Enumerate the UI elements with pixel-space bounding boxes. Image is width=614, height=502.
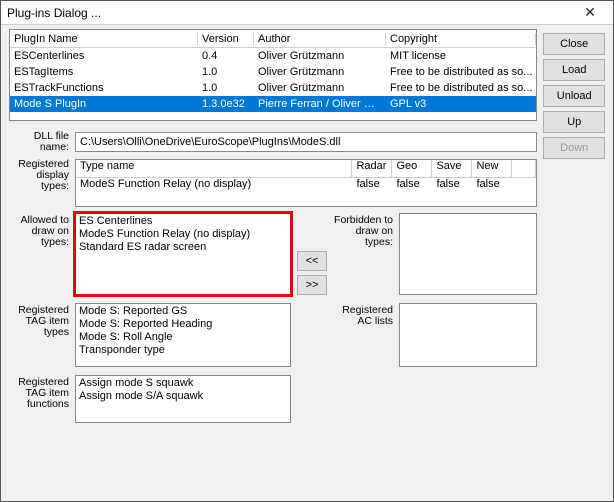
list-item[interactable]: Mode S: Roll Angle [79, 331, 287, 344]
col-header-new[interactable]: New [472, 160, 512, 177]
down-button[interactable]: Down [543, 137, 605, 159]
list-item[interactable]: Transponder type [79, 344, 287, 357]
display-types-table[interactable]: Type name Radar Geo Save New ModeS Funct… [75, 159, 537, 207]
ac-lists[interactable] [399, 303, 537, 367]
forbidden-label: Forbidden to draw on types: [333, 213, 393, 295]
up-button[interactable]: Up [543, 111, 605, 133]
col-header-version[interactable]: Version [198, 33, 254, 45]
tag-item-functions-list[interactable]: Assign mode S squawk Assign mode S/A squ… [75, 375, 291, 423]
col-header-copyright[interactable]: Copyright [386, 33, 536, 45]
table-row[interactable]: ESTagItems 1.0 Oliver Grützmann Free to … [10, 64, 536, 80]
list-item[interactable]: ModeS Function Relay (no display) [79, 228, 287, 241]
list-item[interactable]: Standard ES radar screen [79, 241, 287, 254]
allowed-label: Allowed to draw on types: [9, 213, 69, 295]
table-row[interactable]: Mode S PlugIn 1.3.0e32 Pierre Ferran / O… [10, 96, 536, 112]
list-item[interactable]: Assign mode S squawk [79, 377, 287, 390]
col-header-typename[interactable]: Type name [76, 160, 352, 177]
list-item[interactable]: Mode S: Reported Heading [79, 318, 287, 331]
move-right-button[interactable]: >> [297, 275, 327, 295]
close-button[interactable]: Close [543, 33, 605, 55]
table-row[interactable]: ESCenterlines 0.4 Oliver Grützmann MIT l… [10, 48, 536, 64]
allowed-list[interactable]: ES Centerlines ModeS Function Relay (no … [75, 213, 291, 295]
list-item[interactable]: Assign mode S/A squawk [79, 390, 287, 403]
unload-button[interactable]: Unload [543, 85, 605, 107]
table-row[interactable]: ModeS Function Relay (no display) false … [76, 178, 536, 193]
col-header-name[interactable]: PlugIn Name [10, 33, 198, 45]
col-header-author[interactable]: Author [254, 33, 386, 45]
list-item[interactable]: Mode S: Reported GS [79, 305, 287, 318]
forbidden-list[interactable] [399, 213, 537, 295]
ac-lists-label: Registered AC lists [333, 303, 393, 367]
window-title: Plug-ins Dialog ... [7, 6, 101, 20]
plugin-table[interactable]: PlugIn Name Version Author Copyright ESC… [9, 29, 537, 121]
display-types-label: Registered display types: [9, 159, 69, 192]
table-row[interactable]: ESTrackFunctions 1.0 Oliver Grützmann Fr… [10, 80, 536, 96]
tag-item-types-list[interactable]: Mode S: Reported GS Mode S: Reported Hea… [75, 303, 291, 367]
tag-types-label: Registered TAG item types [9, 303, 69, 367]
dll-file-input[interactable]: C:\Users\Olli\OneDrive\EuroScope\PlugIns… [75, 132, 537, 152]
load-button[interactable]: Load [543, 59, 605, 81]
tag-funcs-label: Registered TAG item functions [9, 375, 69, 423]
close-icon[interactable]: ✕ [573, 2, 607, 24]
col-header-radar[interactable]: Radar [352, 160, 392, 177]
col-header-geo[interactable]: Geo [392, 160, 432, 177]
dll-file-label: DLL file name: [9, 131, 69, 153]
list-item[interactable]: ES Centerlines [79, 215, 287, 228]
col-header-save[interactable]: Save [432, 160, 472, 177]
move-left-button[interactable]: << [297, 251, 327, 271]
